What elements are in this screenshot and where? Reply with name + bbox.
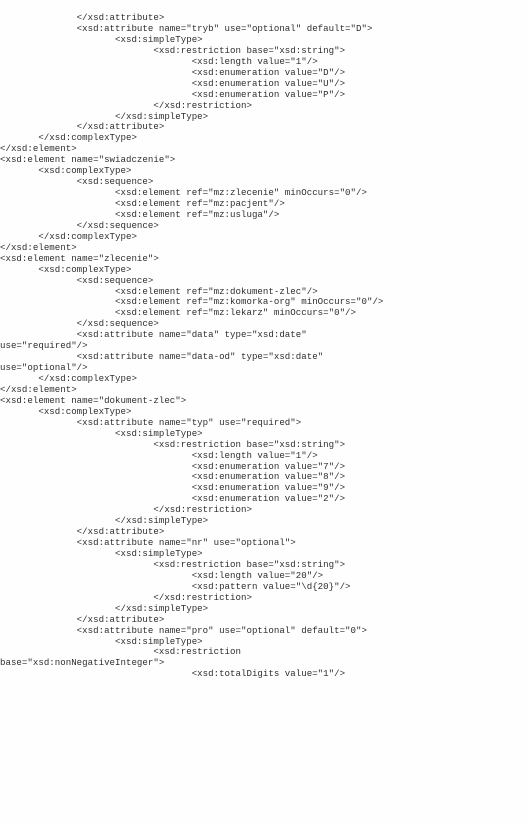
code-line: <xsd:sequence> <box>0 274 154 286</box>
code-line: </xsd:restriction> <box>0 99 252 111</box>
code-line: </xsd:complexType> <box>0 373 137 385</box>
code-line: </xsd:complexType> <box>0 132 137 144</box>
xsd-code-listing: </xsd:attribute> <xsd:attribute name="tr… <box>0 12 528 680</box>
code-line: <xsd:length value="1"/> <box>0 449 318 461</box>
code-line: </xsd:attribute> <box>0 613 165 625</box>
code-line: <xsd:enumeration value="P"/> <box>0 88 346 100</box>
code-line: </xsd:complexType> <box>0 230 137 242</box>
code-line: <xsd:complexType> <box>0 263 132 275</box>
code-line: <xsd:attribute name="pro" use="optional"… <box>0 624 367 636</box>
document-page: </xsd:attribute> <xsd:attribute name="tr… <box>0 0 528 826</box>
code-line: <xsd:totalDigits value="1"/> <box>0 668 346 680</box>
code-line: <xsd:restriction base="xsd:string"> <box>0 438 346 450</box>
